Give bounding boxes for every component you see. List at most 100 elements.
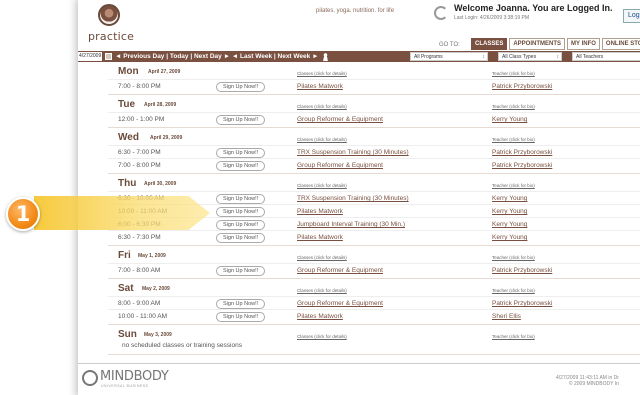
class-time: 8:00 - 9:00 AM (118, 300, 161, 307)
user-status-icon (434, 6, 448, 20)
teacher-select[interactable]: All Teachers (572, 52, 640, 61)
sign-up-button[interactable]: Sign Up Now!! (216, 82, 266, 92)
practice-logo-icon[interactable] (98, 4, 120, 26)
person-icon[interactable] (321, 52, 329, 61)
class-row: 6:30 - 7:00 PM Sign Up Now!! TRX Suspensio… (108, 145, 640, 158)
program-select[interactable]: All Programs (410, 52, 488, 62)
top-nav: CLASSES APPOINTMENTS MY INFO ONLINE STOR (471, 38, 640, 50)
class-type-select[interactable]: All Class Types (498, 52, 562, 62)
mindbody-logo-icon[interactable] (82, 370, 98, 386)
classes-column-hint: Classes (click for details) (297, 334, 347, 339)
day-name: Wed (118, 132, 139, 143)
class-name-link[interactable]: TRX Suspension Training (30 Minutes) (297, 195, 409, 202)
sign-up-button[interactable]: Sign Up Now!! (216, 312, 266, 322)
sign-up-button[interactable]: Sign Up Now!! (216, 194, 266, 204)
class-name-link[interactable]: Pilates Matwork (297, 83, 343, 90)
teacher-link[interactable]: Kerry Young (492, 208, 527, 215)
class-row: 7:00 - 8:00 PM Sign Up Now!! Pilates Matwo… (108, 79, 640, 92)
tab-my-info[interactable]: MY INFO (567, 38, 600, 50)
classes-column-hint: Classes (click for details) (297, 137, 347, 142)
day-header: Sun May 3, 2009 Classes (click for details… (108, 329, 640, 342)
sign-up-button[interactable]: Sign Up Now!! (216, 299, 266, 309)
class-row: 8:00 - 9:00 AM Sign Up Now!! Group Reforme… (108, 296, 640, 309)
class-time: 7:00 - 8:00 PM (118, 162, 161, 169)
teacher-column-hint: Teacher (click for bio) (492, 71, 535, 76)
footer-copyright: © 2009 MINDBODY In (568, 381, 619, 387)
day-header: Sat May 2, 2009 Classes (click for details… (108, 283, 640, 296)
teacher-column-hint: Teacher (click for bio) (492, 137, 535, 142)
teacher-link[interactable]: Patrick Przyborowski (492, 267, 552, 274)
sign-up-button[interactable]: Sign Up Now!! (216, 233, 266, 243)
day-fri: Fri May 1, 2009 Classes (click for details… (108, 250, 640, 279)
sign-up-button[interactable]: Sign Up Now!! (216, 161, 266, 171)
day-sat: Sat May 2, 2009 Classes (click for details… (108, 283, 640, 325)
class-name-link[interactable]: Group Reformer & Equipment (297, 300, 383, 307)
day-date: May 2, 2009 (142, 286, 170, 292)
classes-column-hint: Classes (click for details) (297, 288, 347, 293)
teacher-link[interactable]: Patrick Przyborowski (492, 149, 552, 156)
class-time: 6:30 - 7:00 PM (118, 149, 161, 156)
callout-arrow (34, 196, 210, 230)
mindbody-logo-subtitle: UNIVERSAL BUSINESS (101, 384, 149, 388)
no-classes-note: no scheduled classes or training session… (122, 342, 242, 349)
mindbody-logo-text[interactable]: MINDBODY (100, 369, 169, 384)
tagline: pilates. yoga. nutrition. for life (316, 8, 395, 14)
day-mon: Mon April 27, 2009 Classes (click for deta… (108, 66, 640, 95)
sign-up-button[interactable]: Sign Up Now!! (216, 220, 266, 230)
class-name-link[interactable]: Pilates Matwork (297, 208, 343, 215)
tab-classes[interactable]: CLASSES (471, 38, 508, 50)
class-name-link[interactable]: Group Reformer & Equipment (297, 116, 383, 123)
teacher-column-hint: Teacher (click for bio) (492, 183, 535, 188)
teacher-link[interactable]: Kerry Young (492, 221, 527, 228)
day-name: Sat (118, 283, 134, 294)
class-name-link[interactable]: Pilates Matwork (297, 234, 343, 241)
brand-name: practice (88, 30, 135, 43)
goto-label: GO TO: (439, 42, 460, 48)
teacher-column-hint: Teacher (click for bio) (492, 104, 535, 109)
class-time: 7:00 - 8:00 AM (118, 267, 161, 274)
day-name: Mon (118, 66, 139, 77)
class-name-link[interactable]: TRX Suspension Training (30 Minutes) (297, 149, 409, 156)
teacher-link[interactable]: Patrick Przyborowski (492, 300, 552, 307)
sign-up-button[interactable]: Sign Up Now!! (216, 266, 266, 276)
day-header: Mon April 27, 2009 Classes (click for deta… (108, 66, 640, 79)
class-row: 7:00 - 8:00 AM Sign Up Now!! Group Reforme… (108, 263, 640, 276)
class-name-link[interactable]: Pilates Matwork (297, 313, 343, 320)
classes-column-hint: Classes (click for details) (297, 255, 347, 260)
tab-appointments[interactable]: APPOINTMENTS (509, 38, 566, 50)
sign-up-button[interactable]: Sign Up Now!! (216, 207, 266, 217)
class-name-link[interactable]: Jumpboard Interval Training (30 Min.) (297, 221, 405, 228)
teacher-link[interactable]: Patrick Przyborowski (492, 162, 552, 169)
sign-up-button[interactable]: Sign Up Now!! (216, 148, 266, 158)
day-date: May 3, 2009 (144, 332, 172, 338)
tab-online-store[interactable]: ONLINE STOR (601, 38, 640, 50)
sign-up-button[interactable]: Sign Up Now!! (216, 115, 266, 125)
calendar-icon[interactable] (105, 53, 112, 60)
day-date: April 27, 2009 (148, 69, 181, 75)
class-row: 6:30 - 7:30 PM Sign Up Now!! Pilates Matwo… (108, 230, 640, 243)
class-time: 7:00 - 8:00 PM (118, 83, 161, 90)
day-header: Thu April 30, 2009 Classes (click for deta… (108, 178, 640, 191)
class-row: 10:00 - 11:00 AM Sign Up Now!! Pilates Mat… (108, 309, 640, 322)
teacher-link[interactable]: Kerry Young (492, 195, 527, 202)
teacher-column-hint: Teacher (click for bio) (492, 334, 535, 339)
day-name: Sun (118, 329, 137, 340)
class-row: 12:00 - 1:00 PM Sign Up Now!! Group Reform… (108, 112, 640, 125)
teacher-link[interactable]: Kerry Young (492, 116, 527, 123)
teacher-link[interactable]: Sheri Ellis (492, 313, 521, 320)
class-name-link[interactable]: Group Reformer & Equipment (297, 267, 383, 274)
site-header: practice pilates. yoga. nutrition. for l… (78, 0, 640, 56)
teacher-link[interactable]: Kerry Young (492, 234, 527, 241)
day-date: April 28, 2009 (144, 102, 177, 108)
classes-column-hint: Classes (click for details) (297, 104, 347, 109)
logout-button[interactable]: Log Ou (623, 9, 640, 23)
schedule-toolbar: 4/27/2009 ◄ Previous Day | Today | Next … (78, 51, 640, 62)
class-name-link[interactable]: Group Reformer & Equipment (297, 162, 383, 169)
day-header: Fri May 1, 2009 Classes (click for details… (108, 250, 640, 263)
date-input[interactable]: 4/27/2009 (78, 52, 102, 61)
date-navigation[interactable]: ◄ Previous Day | Today | Next Day ► ◄ La… (115, 53, 319, 60)
classes-column-hint: Classes (click for details) (297, 183, 347, 188)
teacher-link[interactable]: Patrick Przyborowski (492, 83, 552, 90)
teacher-column-hint: Teacher (click for bio) (492, 255, 535, 260)
classes-column-hint: Classes (click for details) (297, 71, 347, 76)
